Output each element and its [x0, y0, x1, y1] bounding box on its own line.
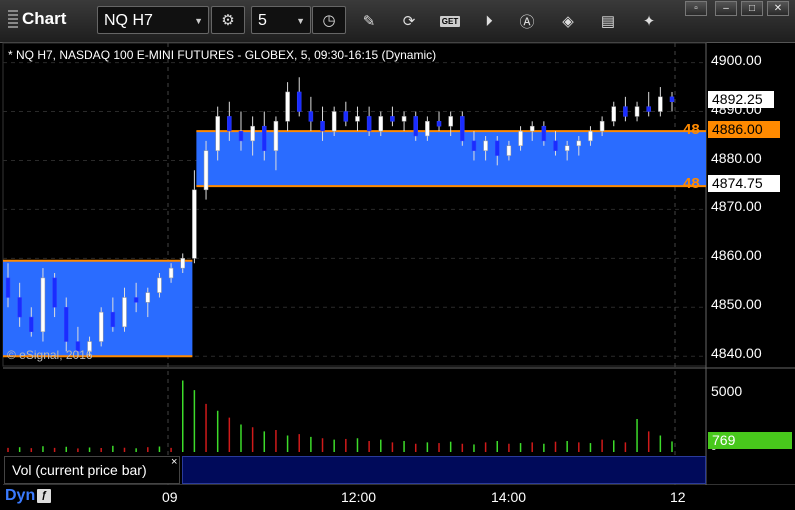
candle-body	[483, 140, 488, 151]
mode-label: Dyn	[5, 487, 36, 504]
candle-body	[448, 116, 453, 127]
candle-body	[658, 96, 663, 112]
candle-body	[541, 125, 547, 142]
candle-body	[669, 96, 675, 102]
price-tick: 4900.00	[711, 52, 762, 68]
time-tick: 12:00	[341, 489, 377, 505]
candle-body	[553, 140, 558, 151]
candle-body	[623, 106, 628, 117]
candle-body	[285, 91, 290, 122]
candle-body	[5, 277, 11, 298]
candle-body	[413, 116, 418, 137]
candle-body	[203, 150, 209, 191]
candle-body	[343, 111, 349, 122]
candle-body	[471, 140, 477, 151]
current-price-tag: 4892.25	[708, 91, 774, 108]
candle-body	[145, 292, 151, 303]
price-tick: 4880.00	[711, 150, 762, 166]
range-boxes	[3, 130, 706, 358]
price-tick: 4870.00	[711, 198, 762, 214]
upper-level-label: 48	[683, 121, 700, 138]
mode-indicator[interactable]: Dyn ƒ	[5, 487, 52, 505]
candle-body	[355, 116, 360, 122]
candle-body	[273, 121, 279, 151]
candle-body	[110, 311, 116, 328]
candle-body	[436, 121, 442, 127]
candle-body	[564, 145, 570, 151]
lower-level-tag: 4874.75	[708, 175, 780, 192]
candle-body	[52, 277, 57, 308]
candle-body	[262, 125, 267, 151]
candle-body	[308, 111, 314, 122]
volume-tick: 5000	[711, 383, 743, 399]
candle-body	[495, 140, 500, 156]
chart-header: * NQ H7, NASDAQ 100 E-MINI FUTURES - GLO…	[8, 48, 437, 62]
candle-body	[518, 130, 523, 147]
candle-body	[576, 140, 582, 147]
volume-series	[7, 380, 673, 452]
price-tick: 4850.00	[711, 296, 762, 312]
time-tick: 14:00	[491, 489, 527, 505]
candle-body	[63, 307, 69, 342]
candle-body	[646, 106, 651, 112]
price-tick: 4840.00	[711, 345, 762, 361]
lower-level-label: 48	[683, 175, 700, 192]
candle-body	[168, 267, 174, 279]
range-box	[196, 131, 706, 187]
candle-body	[250, 125, 255, 142]
candle-body	[98, 311, 104, 342]
candle-body	[588, 130, 593, 142]
candle-body	[506, 145, 512, 156]
chart-canvas[interactable]	[0, 0, 795, 510]
candle-body	[611, 106, 617, 122]
close-study-icon[interactable]: ×	[171, 456, 177, 468]
candle-body	[320, 121, 325, 132]
candle-body	[331, 111, 337, 132]
candle-body	[192, 189, 197, 259]
candle-body	[634, 106, 640, 117]
candle-body	[378, 116, 384, 132]
candle-body	[180, 258, 185, 269]
fx-icon[interactable]: ƒ	[37, 489, 52, 503]
candle-body	[157, 277, 162, 293]
volume-panel-title[interactable]: Vol (current price bar)	[4, 456, 180, 484]
candle-body	[599, 121, 605, 132]
current-volume-tag: 769	[708, 432, 792, 449]
time-tick: 12	[670, 489, 686, 505]
candle-body	[40, 277, 46, 332]
candle-body	[133, 297, 139, 303]
candle-body	[425, 121, 430, 137]
candle-body	[238, 130, 244, 142]
candle-body	[17, 297, 22, 318]
candle-body	[390, 116, 395, 122]
study-input-area[interactable]	[182, 456, 706, 484]
watermark: © eSignal, 2016	[7, 348, 93, 362]
price-tick: 4860.00	[711, 247, 762, 263]
candle-body	[296, 91, 302, 112]
candle-body	[29, 316, 34, 332]
time-tick: 09	[162, 489, 178, 505]
candle-body	[460, 116, 465, 142]
candle-body	[366, 116, 372, 132]
candle-body	[122, 297, 127, 328]
candle-body	[401, 116, 407, 122]
chart-window: Chart NQ H7 ▼ ⚙ 5 ▼ ◷ ✎ ⟳ GET ⏵ Ⓐ ◈ ▤ ✦ …	[0, 0, 795, 510]
candle-body	[227, 116, 232, 132]
candle-body	[215, 116, 220, 151]
candle-body	[529, 125, 535, 132]
upper-level-tag: 4886.00	[708, 121, 780, 138]
